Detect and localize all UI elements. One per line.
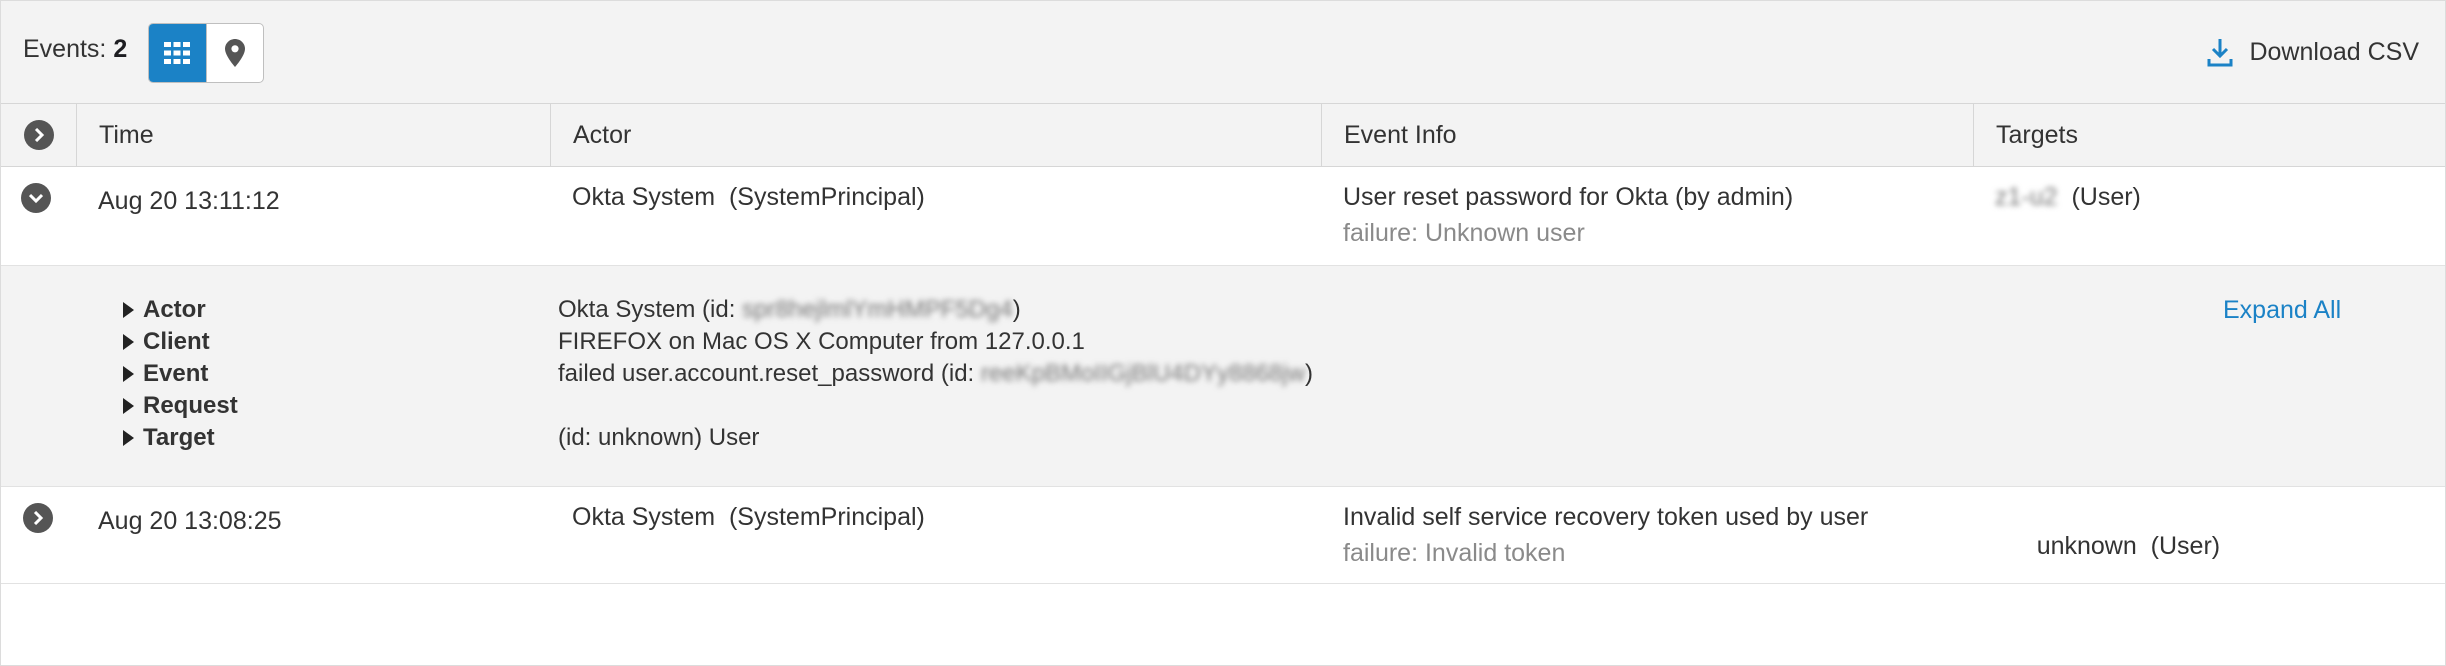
detail-text: ): [1305, 360, 1314, 387]
detail-label: Event: [143, 360, 209, 387]
detail-toggle-target[interactable]: Target: [123, 424, 215, 452]
row-event-status: failure: Unknown user: [1343, 219, 1585, 247]
caret-right-icon: [123, 430, 134, 446]
column-header-event-info[interactable]: Event Info: [1321, 104, 1973, 166]
table-row[interactable]: Aug 20 13:11:12 Okta System (SystemPrinc…: [1, 167, 2445, 266]
table-row[interactable]: Aug 20 13:08:25 Okta System (SystemPrinc…: [1, 487, 2445, 584]
detail-label: Actor: [143, 296, 206, 323]
map-view-button[interactable]: [205, 24, 264, 82]
detail-text: Okta System (id:: [558, 296, 743, 323]
events-count-label: Events:: [23, 35, 107, 63]
download-icon: [2207, 39, 2233, 67]
event-details-panel: Actor Okta System (id: spr8hejlmlYmHMPF5…: [1, 266, 2445, 487]
map-pin-icon: [224, 39, 245, 67]
system-log-panel: Events: 2 Download CSV Time Actor Event …: [0, 0, 2446, 666]
detail-label: Target: [143, 424, 215, 451]
column-header-actor[interactable]: Actor: [550, 104, 1321, 166]
detail-value-actor: Okta System (id: spr8hejlmlYmHMPF5Dg4): [558, 296, 1021, 324]
redacted-id: reeKpBMoIIGjBlU4DYy8868jw: [980, 360, 1306, 387]
caret-right-icon: [123, 334, 134, 350]
column-header-targets[interactable]: Targets: [1973, 104, 2445, 166]
detail-toggle-request[interactable]: Request: [123, 392, 238, 420]
download-csv-label: Download CSV: [2249, 37, 2419, 66]
caret-right-icon: [123, 398, 134, 414]
chevron-right-circle-icon: [23, 503, 53, 533]
caret-right-icon: [123, 366, 134, 382]
detail-text: ): [1012, 296, 1021, 323]
chevron-down-circle-icon: [21, 183, 51, 213]
row-event: Invalid self service recovery token used…: [1343, 503, 1869, 531]
events-count: Events: 2: [23, 35, 127, 64]
caret-right-icon: [123, 302, 134, 318]
row-expand-toggle[interactable]: [23, 503, 53, 533]
table-header: Time Actor Event Info Targets: [1, 104, 2445, 167]
row-actor: Okta System (SystemPrincipal): [572, 183, 925, 211]
target-name: unknown: [2036, 532, 2137, 560]
detail-label: Request: [143, 392, 238, 419]
row-actor: Okta System (SystemPrincipal): [572, 503, 925, 531]
events-count-value: 2: [113, 35, 128, 63]
chevron-right-circle-icon: [23, 120, 54, 150]
expand-all-link[interactable]: Expand All: [2223, 296, 2341, 325]
grid-icon: [164, 42, 191, 64]
expand-all-rows-toggle[interactable]: [1, 104, 76, 166]
redacted-id: spr8hejlmlYmHMPF5Dg4: [742, 296, 1013, 323]
row-event: User reset password for Okta (by admin): [1343, 183, 1794, 211]
row-target: z1-u2 (User): [1995, 183, 2141, 212]
detail-toggle-actor[interactable]: Actor: [123, 296, 206, 324]
grid-view-button[interactable]: [149, 24, 206, 82]
target-name-redacted: z1-u2: [1995, 183, 2058, 211]
view-toggle: [148, 23, 264, 83]
row-time: Aug 20 13:11:12: [98, 187, 280, 215]
detail-value-event: failed user.account.reset_password (id: …: [558, 360, 1313, 388]
target-type: (User): [2150, 532, 2221, 560]
row-time: Aug 20 13:08:25: [98, 507, 282, 535]
row-target: unknown (User): [1995, 503, 2220, 590]
detail-label: Client: [143, 328, 210, 355]
column-header-time[interactable]: Time: [76, 104, 550, 166]
detail-value-target: (id: unknown) User: [558, 424, 760, 451]
toolbar: Events: 2 Download CSV: [1, 1, 2445, 104]
detail-toggle-event[interactable]: Event: [123, 360, 208, 388]
row-collapse-toggle[interactable]: [21, 183, 51, 213]
detail-toggle-client[interactable]: Client: [123, 328, 210, 356]
detail-value-client: FIREFOX on Mac OS X Computer from 127.0.…: [558, 328, 1085, 355]
download-csv-button[interactable]: Download CSV: [2207, 37, 2419, 67]
detail-text: failed user.account.reset_password (id:: [558, 360, 981, 387]
target-type: (User): [2071, 183, 2141, 211]
row-event-status: failure: Invalid token: [1343, 539, 1566, 567]
